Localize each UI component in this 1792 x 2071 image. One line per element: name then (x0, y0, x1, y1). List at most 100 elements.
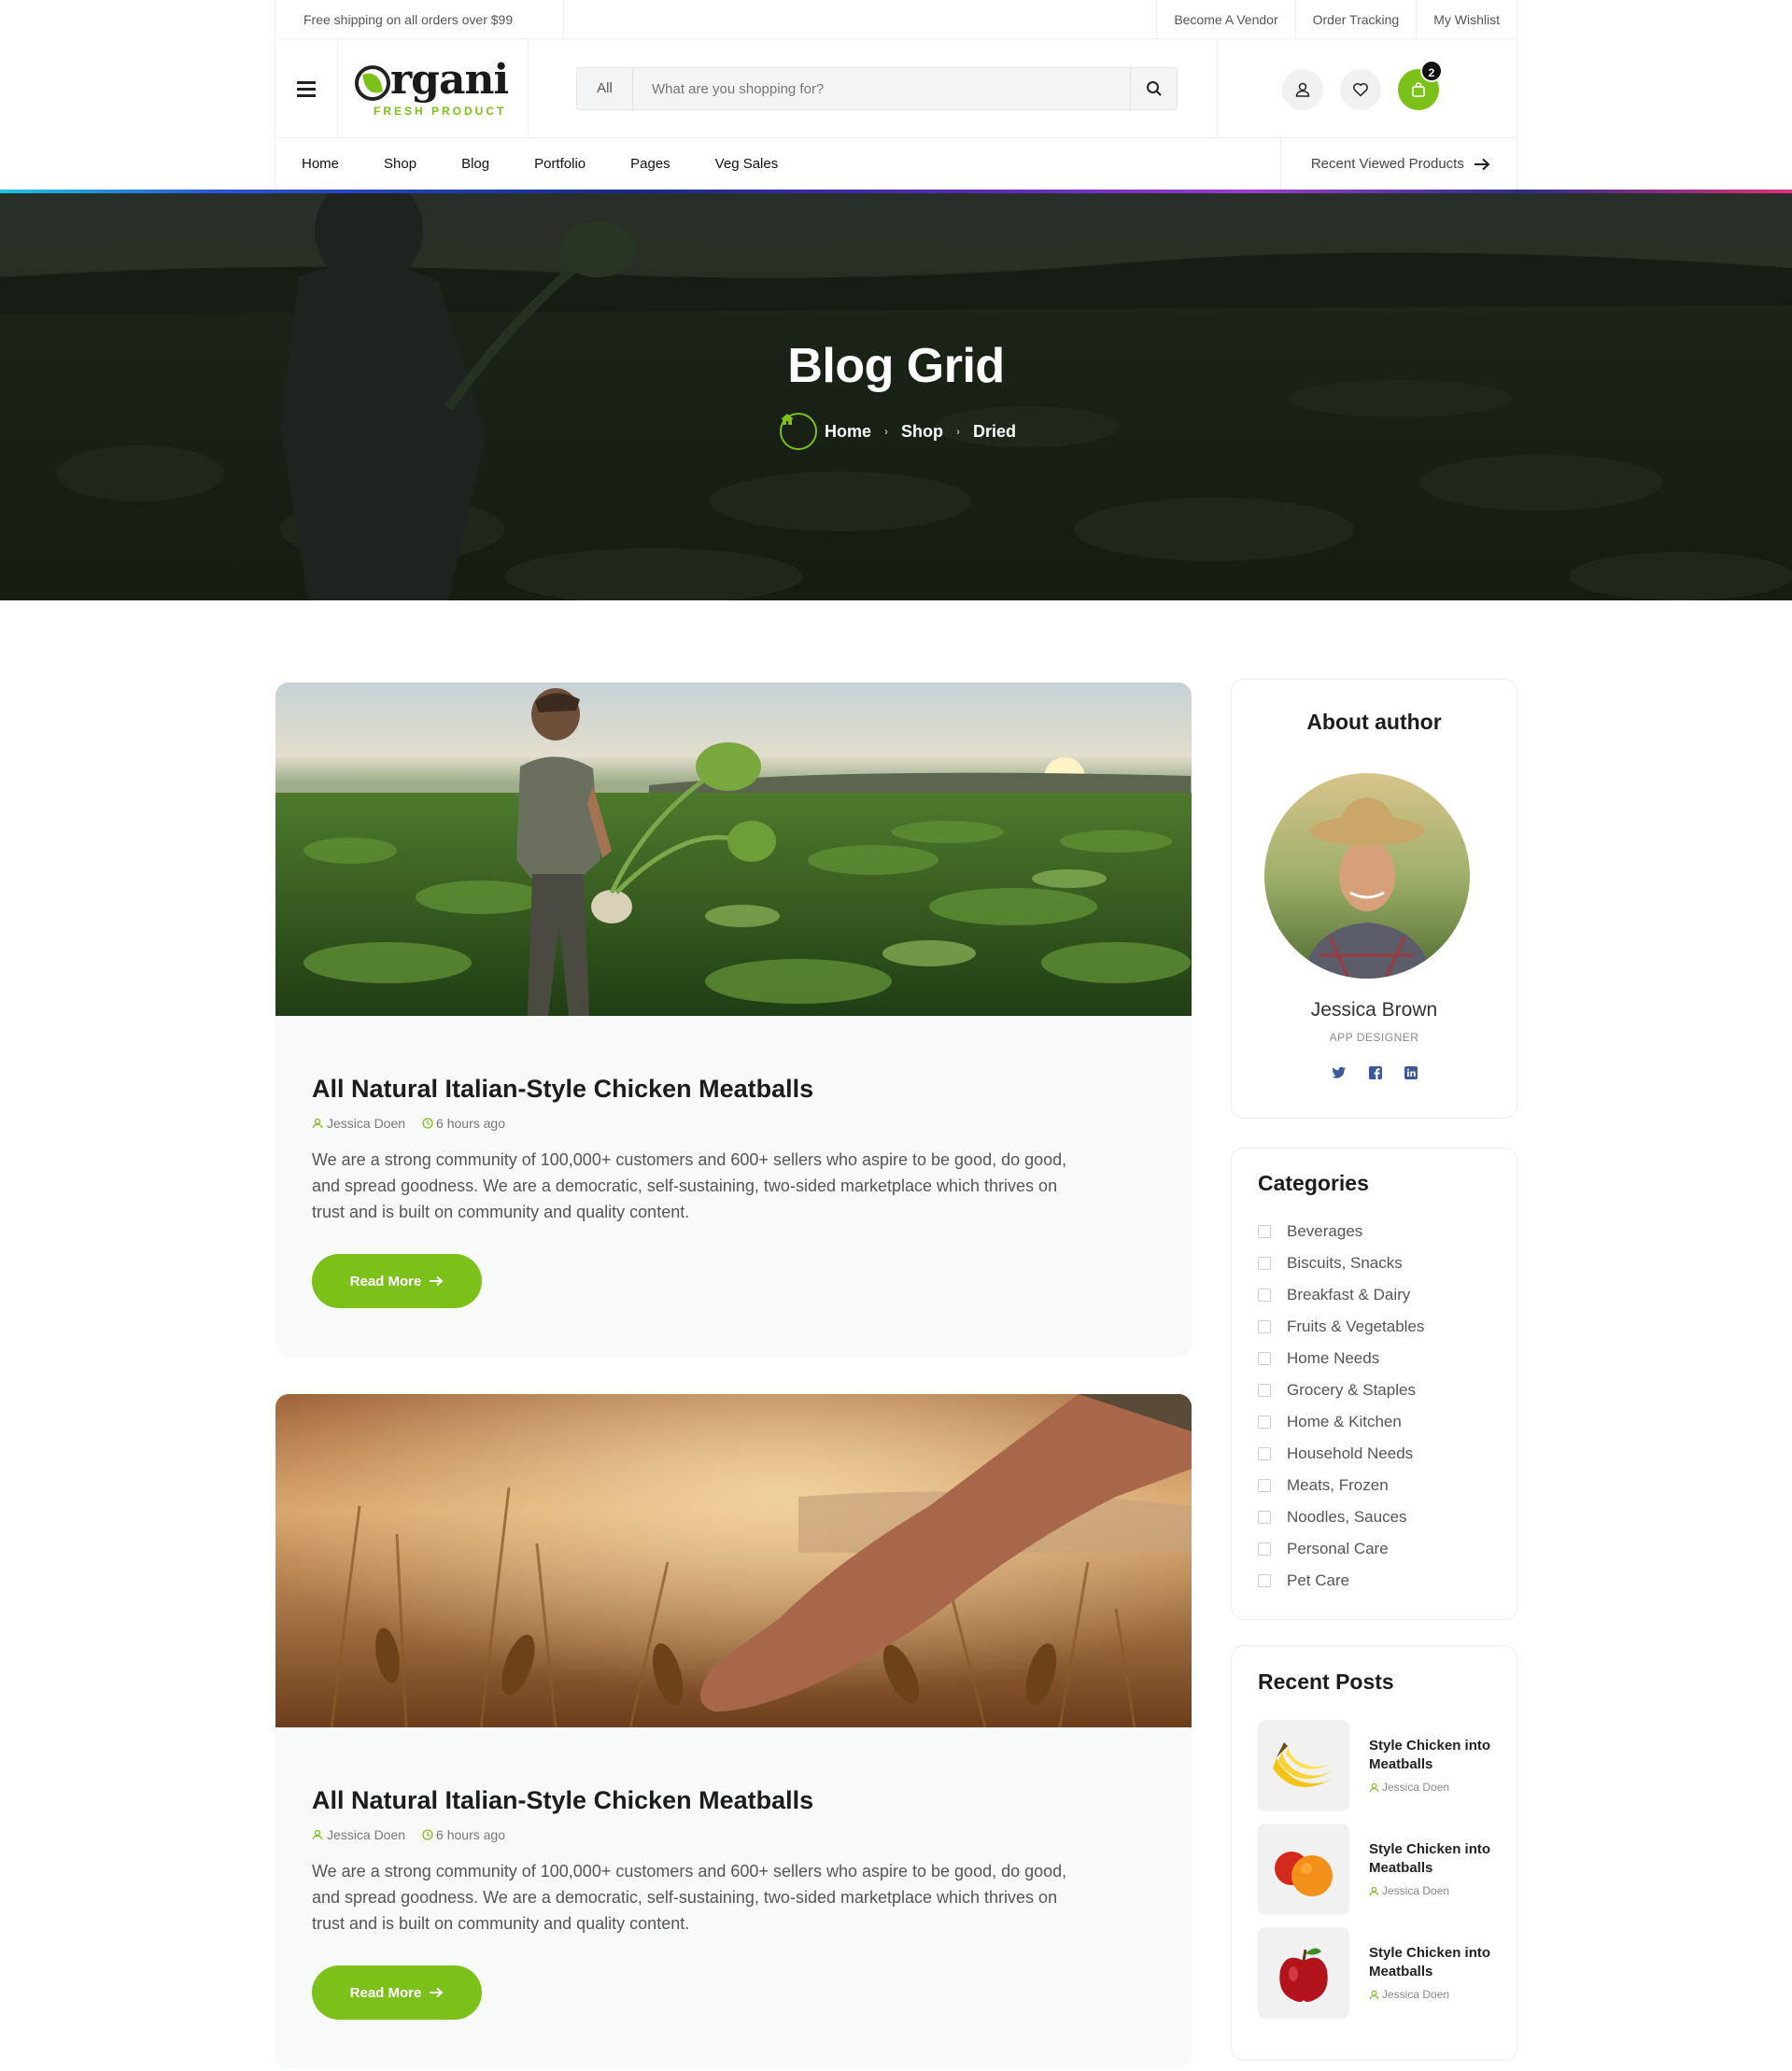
post-excerpt: We are a strong community of 100,000+ cu… (312, 1862, 1067, 1933)
checkbox[interactable] (1258, 1352, 1271, 1365)
category-label: Biscuits, Snacks (1287, 1254, 1403, 1272)
account-button[interactable] (1282, 69, 1323, 110)
home-crumb-icon-button[interactable] (780, 413, 817, 450)
nav-home[interactable]: Home (302, 138, 339, 190)
category-item[interactable]: Household Needs (1258, 1438, 1424, 1470)
author-name: Jessica Brown (1310, 999, 1438, 1021)
category-item[interactable]: Beverages (1258, 1216, 1424, 1247)
checkbox[interactable] (1258, 1511, 1271, 1524)
checkbox[interactable] (1258, 1289, 1271, 1302)
top-bar: Free shipping on all orders over $99 Bec… (275, 0, 1517, 39)
recent-post-author: Jessica Doen (1369, 1781, 1449, 1794)
post-image[interactable] (275, 683, 1192, 1016)
nav-portfolio[interactable]: Portfolio (534, 138, 586, 190)
category-item[interactable]: Personal Care (1258, 1533, 1424, 1565)
page-banner: Blog Grid Home › Shop › Dried (0, 193, 1792, 600)
checkbox[interactable] (1258, 1574, 1271, 1587)
facebook-icon[interactable] (1368, 1066, 1382, 1083)
post-meta: Jessica Doen 6 hours ago (312, 1116, 522, 1131)
apple-thumbnail[interactable] (1258, 1927, 1349, 2019)
category-label: Household Needs (1287, 1444, 1414, 1462)
category-item[interactable]: Meats, Frozen (1258, 1470, 1424, 1501)
page-title: Blog Grid (787, 339, 1005, 393)
post-time: 6 hours ago (422, 1116, 505, 1131)
author-role: APP DESIGNER (1329, 1031, 1419, 1044)
category-item[interactable]: Home Needs (1258, 1343, 1424, 1374)
checkbox[interactable] (1258, 1225, 1271, 1238)
shopping-bag-icon (1412, 82, 1425, 97)
category-item[interactable]: Noodles, Sauces (1258, 1501, 1424, 1533)
order-tracking-link[interactable]: Order Tracking (1294, 0, 1417, 39)
search-button[interactable] (1130, 68, 1177, 109)
nav-pages[interactable]: Pages (630, 138, 670, 190)
search-input[interactable] (633, 68, 1128, 109)
linkedin-icon[interactable] (1404, 1066, 1418, 1083)
recent-viewed-label: Recent Viewed Products (1310, 156, 1464, 172)
main-nav: Home Shop Blog Portfolio Pages Veg Sales… (275, 138, 1517, 190)
recent-post-item[interactable]: Style Chicken into Meatballs Jessica Doe… (1258, 1720, 1501, 1811)
user-icon (1369, 1990, 1379, 1999)
search-category-select[interactable]: All (577, 68, 633, 109)
recent-post-title[interactable]: Style Chicken into Meatballs (1369, 1840, 1500, 1878)
post-author-name: Jessica Doen (327, 1116, 406, 1131)
author-social-links (1232, 1066, 1517, 1083)
recent-post-item[interactable]: Style Chicken into Meatballs Jessica Doe… (1258, 1824, 1501, 1915)
wishlist-button[interactable] (1340, 69, 1381, 110)
clock-icon (422, 1118, 433, 1129)
recent-viewed-products-link[interactable]: Recent Viewed Products (1279, 138, 1517, 190)
twitter-icon[interactable] (1332, 1066, 1347, 1083)
widget-title: Categories (1258, 1171, 1369, 1195)
checkbox[interactable] (1258, 1447, 1271, 1460)
recent-post-title[interactable]: Style Chicken into Meatballs (1369, 1944, 1500, 1981)
checkbox[interactable] (1258, 1543, 1271, 1556)
category-item[interactable]: Home & Kitchen (1258, 1406, 1424, 1438)
arrow-right-icon (1475, 158, 1490, 171)
category-label: Personal Care (1287, 1540, 1389, 1557)
checkbox[interactable] (1258, 1479, 1271, 1492)
become-vendor-link[interactable]: Become A Vendor (1156, 0, 1294, 39)
checkbox[interactable] (1258, 1416, 1271, 1429)
category-item[interactable]: Fruits & Vegetables (1258, 1311, 1424, 1343)
category-label: Noodles, Sauces (1287, 1508, 1407, 1526)
user-icon (1369, 1782, 1379, 1792)
wishlist-link[interactable]: My Wishlist (1416, 0, 1517, 39)
nav-blog[interactable]: Blog (461, 138, 489, 190)
category-item[interactable]: Biscuits, Snacks (1258, 1247, 1424, 1279)
post-excerpt: We are a strong community of 100,000+ cu… (312, 1150, 1067, 1221)
breadcrumb-current: Dried (973, 421, 1017, 441)
site-logo[interactable]: rgani FRESH PRODUCT (338, 39, 529, 138)
read-more-button[interactable]: Read More (312, 1965, 482, 2020)
post-title[interactable]: All Natural Italian-Style Chicken Meatba… (312, 1075, 813, 1104)
category-item[interactable]: Grocery & Staples (1258, 1374, 1424, 1406)
post-author[interactable]: Jessica Doen (312, 1116, 405, 1131)
chevron-right-icon: › (956, 425, 961, 438)
post-time-text: 6 hours ago (436, 1827, 505, 1842)
banana-thumbnail[interactable] (1258, 1720, 1349, 1811)
banner-background-image (0, 193, 1792, 600)
menu-button[interactable] (275, 39, 338, 138)
logo-wordmark: rgani (390, 56, 509, 104)
recent-post-author-name: Jessica Doen (1382, 1781, 1450, 1794)
orange-thumbnail[interactable] (1258, 1824, 1349, 1915)
checkbox[interactable] (1258, 1384, 1271, 1397)
recent-post-title[interactable]: Style Chicken into Meatballs (1369, 1737, 1500, 1774)
read-more-button[interactable]: Read More (312, 1254, 482, 1308)
category-item[interactable]: Breakfast & Dairy (1258, 1279, 1424, 1311)
post-title[interactable]: All Natural Italian-Style Chicken Meatba… (312, 1786, 813, 1815)
category-item[interactable]: Pet Care (1258, 1565, 1424, 1597)
search-bar: All (576, 67, 1178, 110)
checkbox[interactable] (1258, 1257, 1271, 1270)
recent-post-author-name: Jessica Doen (1382, 1988, 1450, 2001)
breadcrumb-shop[interactable]: Shop (901, 422, 943, 442)
checkbox[interactable] (1258, 1320, 1271, 1333)
recent-post-item[interactable]: Style Chicken into Meatballs Jessica Doe… (1258, 1927, 1501, 2019)
post-author[interactable]: Jessica Doen (312, 1827, 405, 1842)
post-time-text: 6 hours ago (436, 1116, 505, 1131)
nav-veg-sales[interactable]: Veg Sales (715, 138, 779, 190)
breadcrumb-home[interactable]: Home (825, 422, 871, 442)
recent-posts-widget: Recent Posts Style Chicken into Meatball… (1231, 1645, 1517, 2061)
post-image[interactable] (275, 1394, 1192, 1727)
nav-shop[interactable]: Shop (384, 138, 416, 190)
user-icon (1295, 82, 1310, 97)
chevron-right-icon: › (884, 425, 889, 438)
